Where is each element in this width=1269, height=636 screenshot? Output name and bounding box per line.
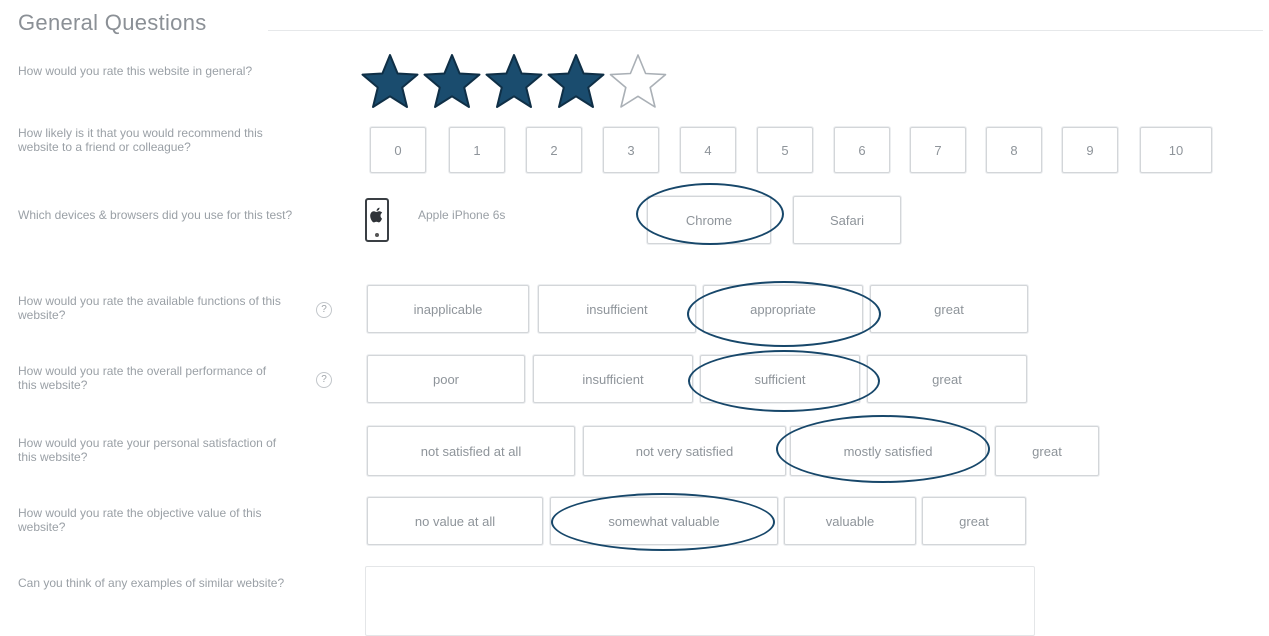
device-name: Apple iPhone 6s: [418, 208, 506, 222]
similar-websites-input[interactable]: [365, 566, 1035, 636]
satisfaction-option-mostly[interactable]: mostly satisfied: [790, 426, 986, 476]
nps-option-2[interactable]: 2: [526, 127, 582, 173]
performance-option-poor[interactable]: poor: [367, 355, 525, 403]
value-option-valuable[interactable]: valuable: [784, 497, 916, 545]
nps-option-8[interactable]: 8: [986, 127, 1042, 173]
value-option-somewhat[interactable]: somewhat valuable: [550, 497, 778, 545]
section-title-rule: [268, 30, 1263, 31]
functions-option-insufficient[interactable]: insufficient: [538, 285, 696, 333]
nps-option-1[interactable]: 1: [449, 127, 505, 173]
star-empty-icon[interactable]: [608, 52, 668, 112]
value-option-great[interactable]: great: [922, 497, 1026, 545]
functions-option-great[interactable]: great: [870, 285, 1028, 333]
question-satisfaction-label: How would you rate your personal satisfa…: [18, 436, 277, 464]
help-icon[interactable]: ?: [316, 372, 332, 388]
performance-option-insufficient[interactable]: insufficient: [533, 355, 693, 403]
help-icon[interactable]: ?: [316, 302, 332, 318]
performance-option-sufficient[interactable]: sufficient: [700, 355, 860, 403]
functions-option-appropriate[interactable]: appropriate: [703, 285, 863, 333]
question-devices-label: Which devices & browsers did you use for…: [18, 208, 293, 222]
star-filled-icon[interactable]: [360, 52, 420, 112]
question-rating-label: How would you rate this website in gener…: [18, 64, 253, 78]
browser-option-safari[interactable]: Safari: [793, 196, 901, 244]
nps-option-6[interactable]: 6: [834, 127, 890, 173]
home-button: [375, 233, 379, 237]
satisfaction-option-not-very[interactable]: not very satisfied: [583, 426, 786, 476]
performance-option-great[interactable]: great: [867, 355, 1027, 403]
question-functions-label: How would you rate the available functio…: [18, 294, 281, 322]
nps-option-0[interactable]: 0: [370, 127, 426, 173]
question-value-label: How would you rate the objective value o…: [18, 506, 262, 534]
nps-option-5[interactable]: 5: [757, 127, 813, 173]
nps-option-10[interactable]: 10: [1140, 127, 1212, 173]
section-title: General Questions: [18, 10, 207, 35]
apple-logo-icon: [370, 207, 383, 223]
satisfaction-option-not-at-all[interactable]: not satisfied at all: [367, 426, 575, 476]
functions-option-inapplicable[interactable]: inapplicable: [367, 285, 529, 333]
apple-phone-icon: [365, 198, 389, 242]
question-recommend-label: How likely is it that you would recommen…: [18, 126, 263, 154]
star-filled-icon[interactable]: [546, 52, 606, 112]
nps-option-4[interactable]: 4: [680, 127, 736, 173]
satisfaction-option-great[interactable]: great: [995, 426, 1099, 476]
value-option-no-value[interactable]: no value at all: [367, 497, 543, 545]
nps-option-9[interactable]: 9: [1062, 127, 1118, 173]
star-filled-icon[interactable]: [484, 52, 544, 112]
question-similar-label: Can you think of any examples of similar…: [18, 576, 285, 590]
browser-option-chrome[interactable]: Chrome: [647, 196, 771, 244]
question-performance-label: How would you rate the overall performan…: [18, 364, 267, 392]
nps-option-3[interactable]: 3: [603, 127, 659, 173]
nps-option-7[interactable]: 7: [910, 127, 966, 173]
star-filled-icon[interactable]: [422, 52, 482, 112]
